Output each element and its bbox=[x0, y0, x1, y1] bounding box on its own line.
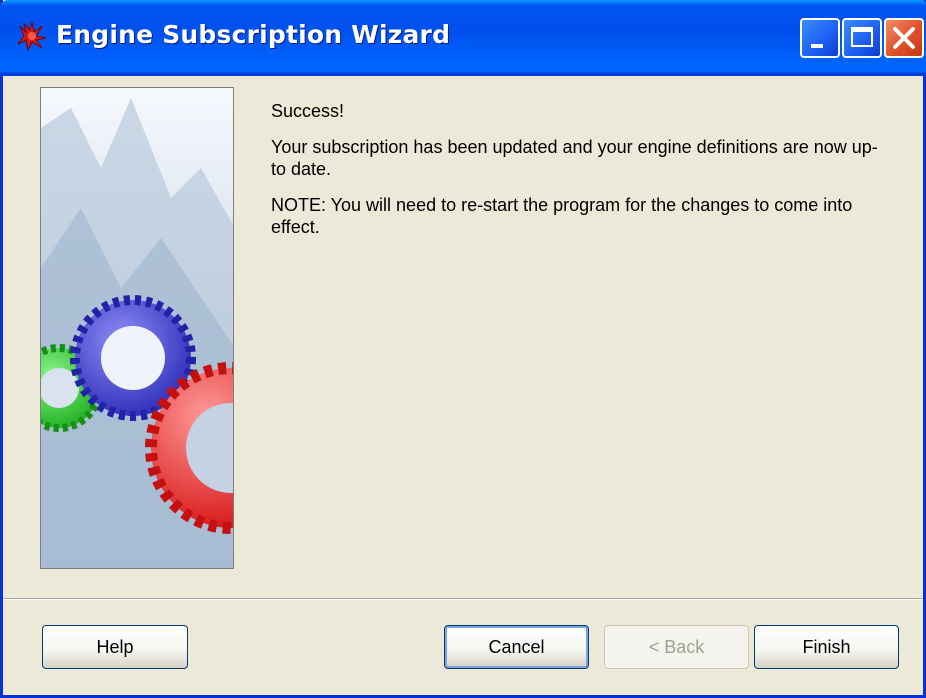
finish-button[interactable]: Finish bbox=[754, 625, 899, 669]
red-scorpion-icon bbox=[17, 21, 47, 52]
help-button[interactable]: Help bbox=[42, 625, 188, 669]
wizard-side-image bbox=[40, 87, 234, 569]
cancel-button[interactable]: Cancel bbox=[444, 625, 589, 669]
minimize-button[interactable] bbox=[800, 18, 840, 58]
wizard-window: Engine Subscription Wizard Success! Your… bbox=[0, 0, 926, 698]
close-icon bbox=[893, 27, 915, 49]
success-heading: Success! bbox=[271, 101, 345, 121]
title-bar[interactable]: Engine Subscription Wizard bbox=[0, 0, 926, 76]
window-title: Engine Subscription Wizard bbox=[56, 20, 451, 49]
back-button: < Back bbox=[604, 625, 749, 669]
gears-illustration bbox=[41, 88, 233, 568]
restart-note: NOTE: You will need to re-start the prog… bbox=[271, 195, 853, 237]
maximize-button[interactable] bbox=[842, 18, 882, 58]
minimize-icon bbox=[811, 44, 823, 48]
maximize-icon bbox=[851, 27, 873, 47]
success-message: Your subscription has been updated and y… bbox=[271, 137, 878, 179]
footer-separator bbox=[3, 598, 923, 600]
close-button[interactable] bbox=[884, 18, 924, 58]
wizard-content: Success! Your subscription has been upda… bbox=[271, 100, 891, 252]
